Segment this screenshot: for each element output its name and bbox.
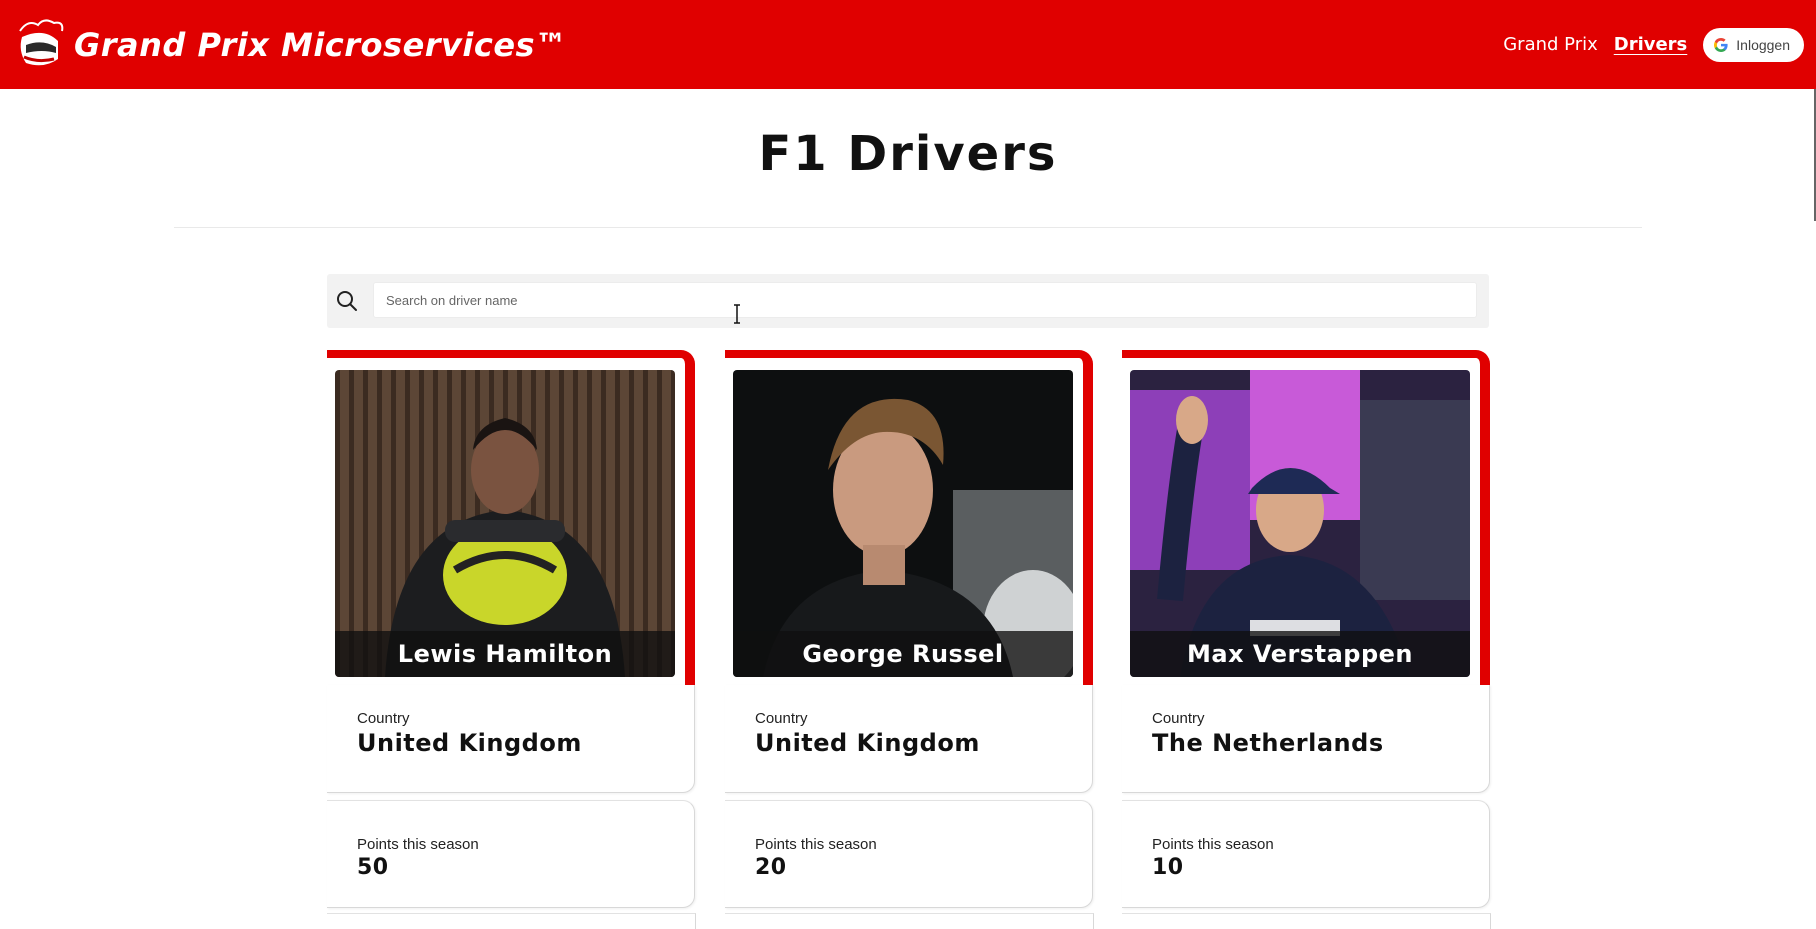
helmet-logo-icon [19,18,64,65]
points-value: 50 [357,855,389,880]
points-box: Points this season 50 [327,800,695,908]
points-label: Points this season [755,836,877,853]
search-icon [337,291,357,311]
points-label: Points this season [357,836,479,853]
driver-name: Max Verstappen [1130,631,1470,677]
search-input[interactable] [373,282,1477,318]
country-label: Country [755,710,808,727]
page-title: F1 Drivers [758,126,1058,182]
card-next-box [327,913,696,929]
country-box: Country United Kingdom [327,685,695,793]
nav-link-drivers[interactable]: Drivers [1614,34,1688,55]
top-navbar: Grand Prix Microservices™ Grand Prix Dri… [0,0,1816,89]
main-nav: Grand Prix Drivers Inloggen [1487,27,1804,62]
text-cursor-icon [734,304,740,324]
brand-title: Grand Prix Microservices™ [74,25,568,64]
country-label: Country [1152,710,1205,727]
driver-photo: George Russel [733,370,1073,677]
driver-name: George Russel [733,631,1073,677]
google-login-button[interactable]: Inloggen [1703,27,1804,62]
card-next-box [725,913,1094,929]
driver-photo: Max Verstappen [1130,370,1470,677]
search-bar [327,274,1489,328]
country-label: Country [357,710,410,727]
card-next-box [1122,913,1491,929]
country-box: Country The Netherlands [1122,685,1490,793]
points-label: Points this season [1152,836,1274,853]
nav-link-grand-prix[interactable]: Grand Prix [1503,34,1598,55]
driver-photo: Lewis Hamilton [335,370,675,677]
points-value: 20 [755,855,787,880]
points-box: Points this season 20 [725,800,1093,908]
country-value: The Netherlands [1152,729,1384,757]
divider [174,227,1642,228]
country-box: Country United Kingdom [725,685,1093,793]
driver-name: Lewis Hamilton [335,631,675,677]
country-value: United Kingdom [755,729,980,757]
points-value: 10 [1152,855,1184,880]
google-icon [1714,37,1728,52]
brand[interactable]: Grand Prix Microservices™ [14,17,568,73]
points-box: Points this season 10 [1122,800,1490,908]
country-value: United Kingdom [357,729,582,757]
login-label: Inloggen [1736,36,1790,53]
